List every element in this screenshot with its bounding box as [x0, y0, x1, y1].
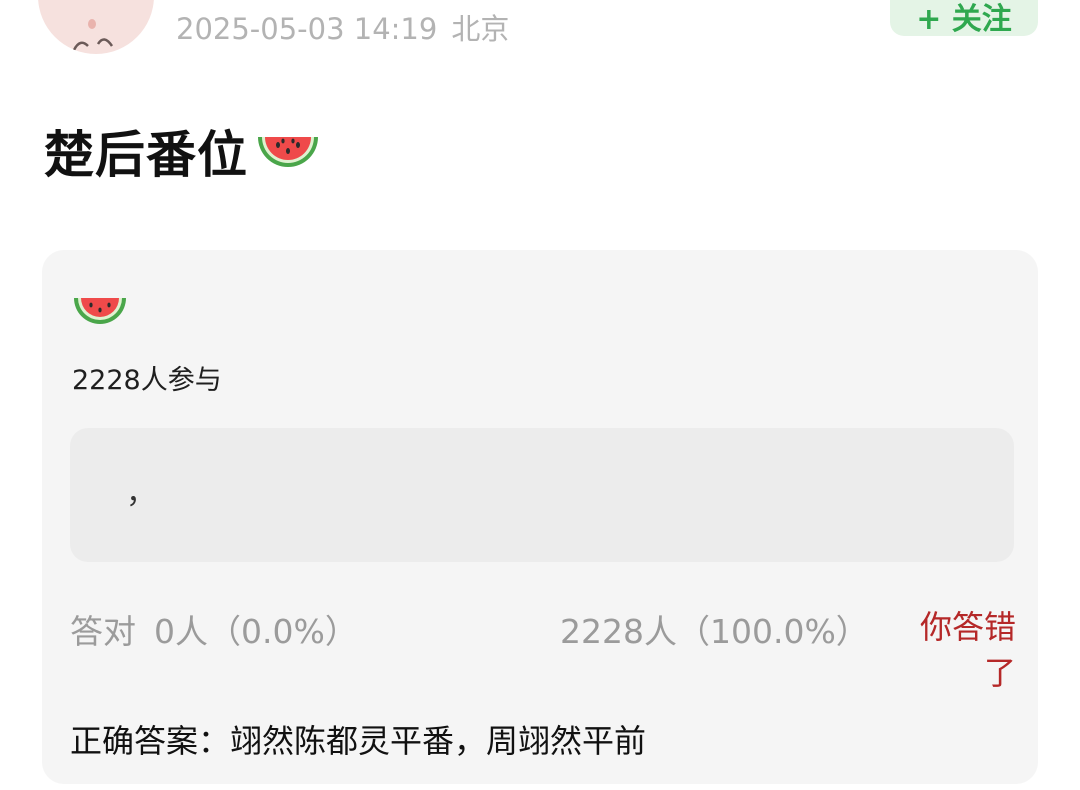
correct-stat-count: 0人（0.0%） [154, 612, 358, 651]
watermelon-icon [258, 137, 318, 167]
quiz-card: 2228人参与 ， 答对 0人（0.0%） 2228人（100.0%） 你答错了 … [42, 250, 1038, 784]
avatar[interactable] [38, 0, 154, 54]
avatar-cartoon-face [72, 19, 114, 51]
submitted-answer-text: ， [126, 476, 156, 511]
correct-stat: 答对 0人（0.0%） [70, 605, 358, 653]
post-meta: 2025-05-03 14:19 北京 [176, 6, 509, 48]
post-title-text: 楚后番位 [44, 126, 248, 184]
post-title: 楚后番位 [44, 116, 322, 186]
post-location: 北京 [451, 12, 510, 46]
wrong-stat-count: 2228人（100.0%） [560, 612, 869, 651]
post-timestamp: 2025-05-03 14:19 [176, 12, 438, 46]
watermelon-icon [74, 298, 126, 324]
follow-button[interactable]: + 关注 [890, 0, 1038, 36]
correct-answer: 正确答案：翊然陈都灵平番，周翊然平前 [70, 722, 647, 760]
result-badge: 你答错了 [919, 608, 1016, 692]
participant-count: 2228人参与 [72, 365, 222, 396]
correct-stat-label: 答对 [70, 612, 136, 651]
submitted-answer-box[interactable]: ， [70, 428, 1014, 562]
